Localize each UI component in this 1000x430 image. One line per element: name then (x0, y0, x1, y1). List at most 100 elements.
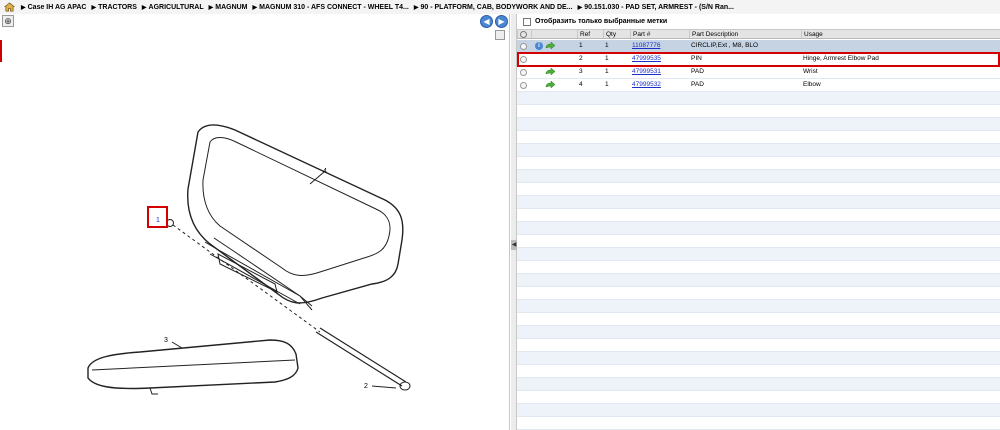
wrist-pad-foot (149, 387, 158, 395)
cell-ref: 2 (579, 55, 583, 62)
filter-row: Отобразить только выбранные метки (517, 14, 1000, 29)
cell-ref: 1 (579, 42, 583, 49)
cell-usage (801, 40, 1000, 52)
empty-row (517, 196, 1000, 209)
empty-row (517, 170, 1000, 183)
column-header-part[interactable]: Part # (630, 30, 689, 38)
pin-part (315, 327, 407, 387)
cell-qty: 1 (605, 42, 609, 49)
table-row[interactable]: 2 1 47999535 PIN Hinge, Armrest Elbow Pa… (517, 53, 1000, 66)
cell-qty: 1 (605, 68, 609, 75)
cell-description: PAD (691, 68, 704, 75)
cell-ref: 3 (579, 68, 583, 75)
breadcrumb-item[interactable]: ▶ AGRICULTURAL (142, 4, 204, 11)
column-icons (531, 30, 577, 38)
cell-usage: Hinge, Armrest Elbow Pad (803, 55, 879, 62)
empty-row (517, 365, 1000, 378)
empty-row (517, 248, 1000, 261)
breadcrumb-item[interactable]: ▶ TRACTORS (92, 4, 137, 11)
cell-usage: Elbow (803, 81, 821, 88)
breadcrumb-item[interactable]: ▶ 90 - PLATFORM, CAB, BODYWORK AND DE... (414, 4, 573, 11)
empty-row (517, 378, 1000, 391)
breadcrumb-item[interactable]: ▶ MAGNUM (209, 4, 248, 11)
empty-row (517, 417, 1000, 430)
diagram-panel: ⊕ ◀ ▶ 4 1 3 2 (0, 14, 510, 430)
breadcrumb-arrow-icon: ▶ (208, 4, 214, 11)
empty-row (517, 183, 1000, 196)
green-arrow-icon[interactable] (545, 67, 556, 77)
empty-row (517, 339, 1000, 352)
empty-row (517, 92, 1000, 105)
empty-row (517, 404, 1000, 417)
part-number-link[interactable]: 47999531 (632, 68, 661, 75)
empty-row (517, 261, 1000, 274)
row-radio[interactable] (520, 43, 527, 50)
empty-row (517, 326, 1000, 339)
empty-row (517, 118, 1000, 131)
cell-qty: 1 (605, 55, 609, 62)
table-row[interactable]: 4 1 47999532 PAD Elbow (517, 79, 1000, 92)
info-icon[interactable]: i (535, 42, 543, 50)
part-number-link[interactable]: 47999532 (632, 81, 661, 88)
row-radio[interactable] (520, 82, 527, 89)
breadcrumb-arrow-icon: ▶ (141, 4, 147, 11)
breadcrumb-item[interactable]: ▶ Case IH AG APAC (21, 4, 87, 11)
empty-row (517, 352, 1000, 365)
column-header-description[interactable]: Part Description (689, 30, 801, 38)
breadcrumb-arrow-icon: ▶ (577, 4, 583, 11)
breadcrumb-item[interactable]: ▶ 90.151.030 - PAD SET, ARMREST - (S/N Ra… (578, 4, 734, 11)
empty-row (517, 144, 1000, 157)
show-selected-checkbox[interactable] (523, 17, 531, 26)
empty-row (517, 313, 1000, 326)
row-radio[interactable] (520, 69, 527, 76)
breadcrumb-arrow-icon: ▶ (413, 4, 419, 11)
green-arrow-icon[interactable] (545, 41, 556, 51)
filter-label: Отобразить только выбранные метки (535, 18, 668, 25)
part-number-link[interactable]: 47999535 (632, 55, 661, 62)
callout-4: 4 (323, 168, 327, 175)
elbow-pad-outline (187, 124, 404, 304)
circlip-dashed-line (172, 224, 321, 333)
cell-ref: 4 (579, 81, 583, 88)
table-row[interactable]: i 1 1 11087776 CIRCLIP,Ext , M8, BLO (517, 40, 1000, 53)
column-header-usage[interactable]: Usage (801, 30, 1000, 38)
column-header-qty[interactable]: Qty (603, 30, 630, 38)
breadcrumb-arrow-icon: ▶ (252, 4, 258, 11)
cell-qty: 1 (605, 81, 609, 88)
breadcrumb-arrow-icon: ▶ (91, 4, 97, 11)
exploded-diagram: 4 1 3 2 (87, 124, 411, 395)
part-number-link[interactable]: 11087776 (632, 42, 660, 49)
select-all-icon[interactable] (517, 30, 531, 38)
empty-row (517, 274, 1000, 287)
wrist-pad-outline (87, 339, 299, 390)
grid-header: Ref Qty Part # Part Description Usage (517, 29, 1000, 39)
callout-2: 2 (364, 383, 368, 390)
wrist-pad-seam (91, 359, 296, 371)
empty-row (517, 300, 1000, 313)
cell-description: CIRCLIP,Ext , M8, BLO (691, 42, 759, 49)
column-header-ref[interactable]: Ref (577, 30, 603, 38)
elbow-pad-base (213, 237, 313, 307)
green-arrow-icon[interactable] (545, 80, 556, 90)
empty-row (517, 391, 1000, 404)
parts-list-panel: Отобразить только выбранные метки Ref Qt… (517, 14, 1000, 430)
row-radio[interactable] (520, 56, 527, 63)
callout-1: 1 (156, 217, 160, 224)
callout-leader-2 (371, 385, 397, 389)
callout-leader-3 (171, 341, 183, 349)
cell-description: PAD (691, 81, 704, 88)
empty-row (517, 157, 1000, 170)
empty-row (517, 235, 1000, 248)
breadcrumb-item[interactable]: ▶ MAGNUM 310 - AFS CONNECT - WHEEL T4... (253, 4, 409, 11)
empty-row (517, 222, 1000, 235)
home-icon[interactable] (4, 2, 15, 12)
callout-3: 3 (164, 337, 168, 344)
cell-usage: Wrist (803, 68, 818, 75)
grid-body: i 1 1 11087776 CIRCLIP,Ext , M8, BLO 2 1… (517, 40, 1000, 430)
empty-row (517, 287, 1000, 300)
empty-row (517, 105, 1000, 118)
cell-description: PIN (691, 55, 702, 62)
breadcrumb-arrow-icon: ▶ (21, 4, 26, 11)
table-row[interactable]: 3 1 47999531 PAD Wrist (517, 66, 1000, 79)
empty-row (517, 209, 1000, 222)
